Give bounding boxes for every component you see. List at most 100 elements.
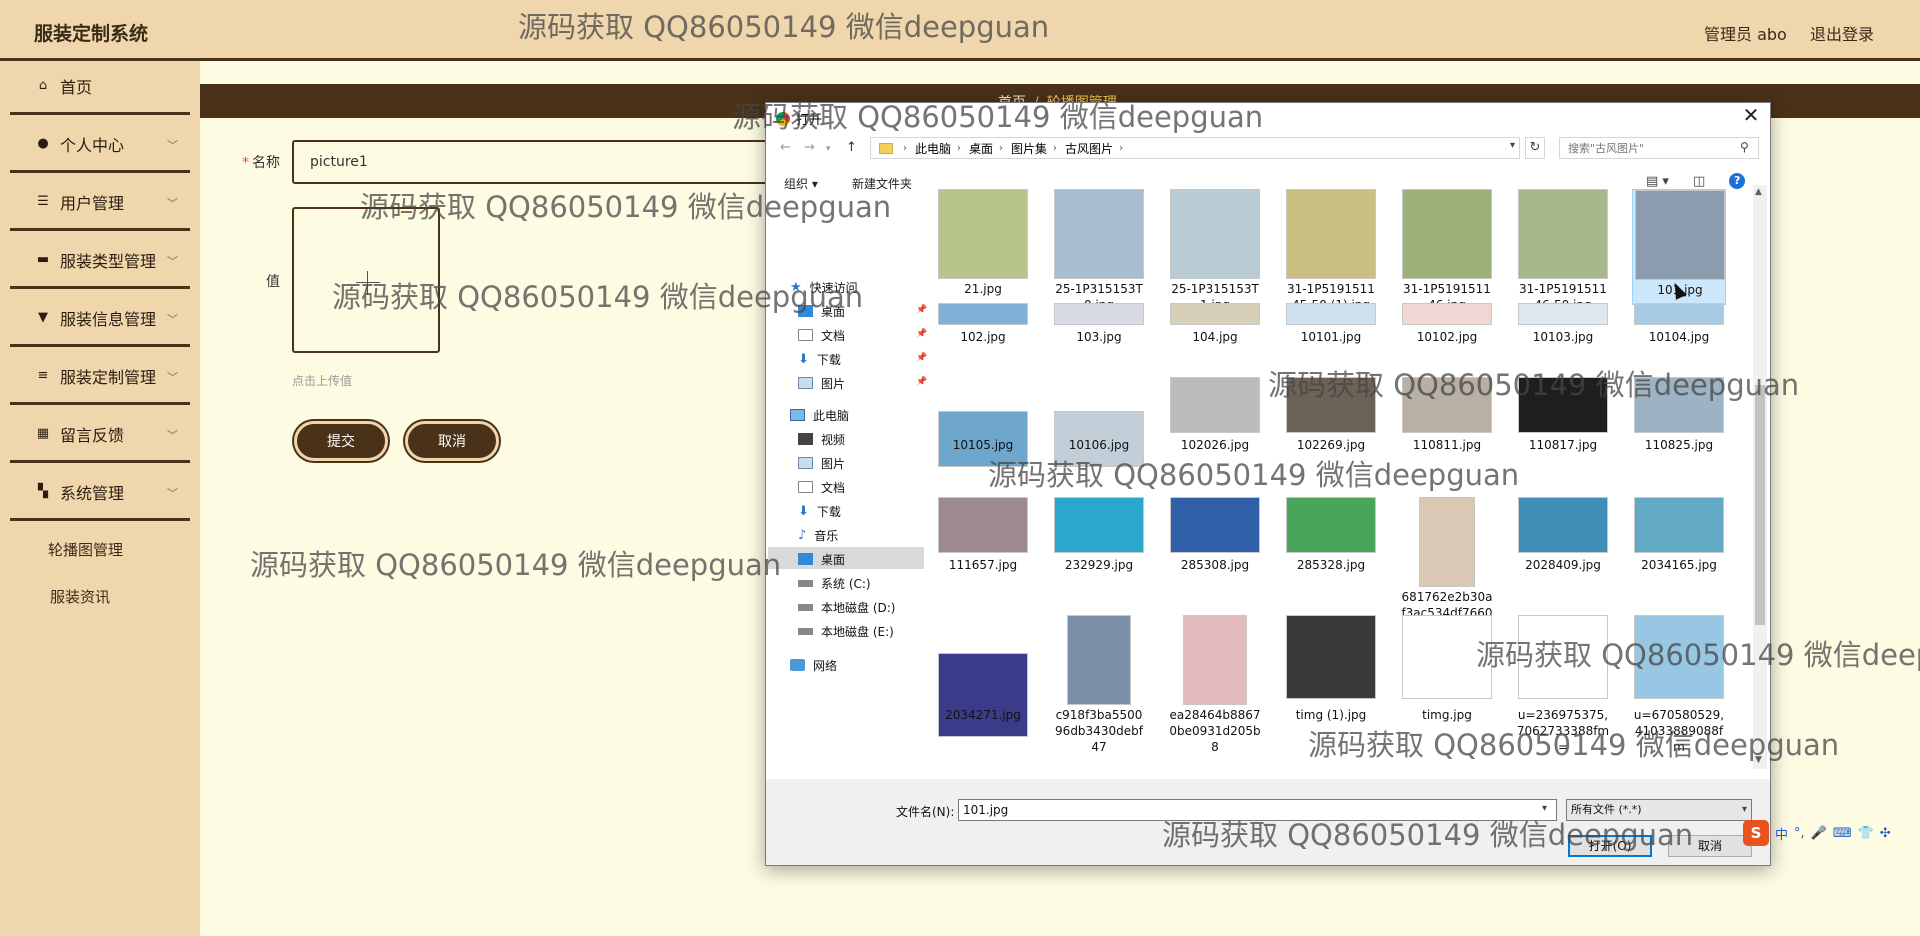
submit-button[interactable]: 提交: [294, 421, 388, 461]
tree-item[interactable]: 文档: [798, 325, 845, 345]
sidebar-item-clothing-type[interactable]: ▬ 服装类型管理 ﹀: [10, 233, 190, 289]
file-item[interactable]: 25-1P315153T0.jpg: [1052, 189, 1146, 312]
ime-punctuation-icon[interactable]: °,: [1794, 826, 1805, 841]
sidebar: ⌂ 首页 ● 个人中心 ﹀ ☰ 用户管理 ﹀ ▬ 服装类型管理 ﹀ ▼ 服装信息…: [0, 61, 200, 936]
drive-icon: [798, 627, 813, 635]
image-thumbnail: [938, 497, 1028, 553]
file-item[interactable]: 232929.jpg: [1052, 497, 1146, 617]
file-item[interactable]: u=236975375,7062733388fm=: [1516, 615, 1610, 754]
ime-language-toggle[interactable]: 中: [1775, 824, 1788, 843]
skin-icon[interactable]: 👕: [1858, 826, 1874, 841]
file-item[interactable]: u=670580529,41033889088fm: [1632, 615, 1726, 754]
file-item[interactable]: 21.jpg: [936, 189, 1030, 305]
path-segment[interactable]: 图片集: [1011, 140, 1047, 157]
history-chevron-icon[interactable]: ▾: [826, 144, 831, 154]
tree-item[interactable]: ⬇ 下载: [798, 501, 841, 521]
image-thumbnail: [1402, 189, 1492, 279]
tree-this-pc[interactable]: 此电脑: [790, 405, 849, 425]
file-item[interactable]: 25-1P315153T1.jpg: [1168, 189, 1262, 312]
file-item[interactable]: 110811.jpg: [1400, 377, 1494, 477]
sidebar-item-system[interactable]: ▚ 系统管理 ﹀: [10, 465, 190, 521]
file-name: 10105.jpg: [952, 438, 1014, 452]
tree-item[interactable]: 视频: [798, 429, 845, 449]
path-segment[interactable]: 桌面: [969, 140, 993, 157]
sidebar-item-custom-orders[interactable]: ≡ 服装定制管理 ﹀: [10, 349, 190, 405]
sidebar-item-feedback[interactable]: ▦ 留言反馈 ﹀: [10, 407, 190, 463]
cancel-button[interactable]: 取消: [405, 421, 499, 461]
tree-item[interactable]: ♪ 音乐: [798, 525, 838, 545]
logout-button[interactable]: 退出登录: [1810, 21, 1874, 45]
toolbox-icon[interactable]: ✣: [1880, 826, 1891, 841]
tree-item[interactable]: 本地磁盘 (E:): [798, 621, 894, 641]
document-icon: [798, 329, 813, 341]
file-item[interactable]: 111657.jpg: [936, 497, 1030, 617]
sidebar-item-home[interactable]: ⌂ 首页: [10, 59, 190, 115]
sidebar-subitem-news[interactable]: 服装资讯: [50, 586, 110, 607]
organize-menu[interactable]: 组织 ▾: [784, 175, 818, 192]
path-segment[interactable]: 此电脑: [915, 140, 951, 157]
tree-item[interactable]: 图片: [798, 453, 845, 473]
file-item[interactable]: 2034271.jpg: [936, 615, 1030, 737]
tree-quick-access[interactable]: ★ 快速访问: [790, 277, 858, 297]
tree-item[interactable]: 桌面: [798, 301, 845, 321]
tree-item[interactable]: 本地磁盘 (D:): [798, 597, 895, 617]
file-item[interactable]: 102026.jpg: [1168, 377, 1262, 477]
keyboard-icon[interactable]: ⌨: [1833, 826, 1852, 841]
sidebar-subitem-carousel[interactable]: 轮播图管理: [48, 539, 123, 560]
chevron-down-icon: ﹀: [167, 255, 178, 268]
chevron-down-icon[interactable]: ▾: [1542, 803, 1547, 814]
file-item[interactable]: 31-1P5191511 46.jpg: [1400, 189, 1494, 312]
file-item[interactable]: 10105.jpg: [936, 377, 1030, 477]
up-arrow-icon[interactable]: ↑: [846, 140, 857, 155]
desktop-icon: [798, 553, 813, 565]
file-item[interactable]: 31-1P519151145-50 (1).jpg: [1284, 189, 1378, 312]
file-item[interactable]: 681762e2b30af3ac534df76601cf1389.jpg: [1400, 497, 1494, 636]
file-item[interactable]: timg.jpg: [1400, 615, 1494, 722]
file-item[interactable]: 110817.jpg: [1516, 377, 1610, 477]
refresh-icon[interactable]: ↻: [1525, 137, 1545, 159]
sidebar-item-user-management[interactable]: ☰ 用户管理 ﹀: [10, 175, 190, 231]
plus-icon: [356, 282, 380, 283]
name-input[interactable]: [292, 140, 772, 184]
file-item[interactable]: 10106.jpg: [1052, 377, 1146, 477]
file-item[interactable]: ea28464b88670be0931d205b8: [1168, 615, 1262, 754]
scroll-down-icon[interactable]: ▼: [1755, 755, 1762, 765]
image-thumbnail: [1286, 497, 1376, 553]
address-bar[interactable]: › 此电脑 › 桌面 › 图片集 › 古风图片 › ▾: [870, 137, 1520, 159]
file-type-select[interactable]: 所有文件 (*.*) ▾: [1566, 799, 1752, 821]
path-segment[interactable]: 古风图片: [1065, 140, 1113, 157]
file-item[interactable]: 110825.jpg: [1632, 377, 1726, 477]
file-item[interactable]: 285308.jpg: [1168, 497, 1262, 617]
file-item[interactable]: c918f3ba550096db3430debf47: [1052, 615, 1146, 754]
file-item[interactable]: 2028409.jpg: [1516, 497, 1610, 617]
forward-arrow-icon[interactable]: →: [804, 140, 815, 155]
tree-item-selected[interactable]: 桌面: [798, 549, 845, 569]
scroll-thumb[interactable]: [1755, 385, 1765, 625]
microphone-icon[interactable]: 🎤: [1811, 826, 1827, 841]
sogou-logo-icon[interactable]: S: [1743, 820, 1769, 846]
file-item[interactable]: 31-1P519151146-50.jpg: [1516, 189, 1610, 312]
file-item[interactable]: timg (1).jpg: [1284, 615, 1378, 722]
tree-item[interactable]: 文档: [798, 477, 845, 497]
image-upload-box[interactable]: [292, 207, 440, 353]
tree-item[interactable]: 系统 (C:): [798, 573, 871, 593]
tree-item[interactable]: 图片: [798, 373, 845, 393]
tree-network[interactable]: 网络: [790, 655, 837, 675]
vertical-scrollbar[interactable]: ▲ ▼: [1753, 185, 1767, 769]
sidebar-item-personal-center[interactable]: ● 个人中心 ﹀: [10, 117, 190, 173]
new-folder-button[interactable]: 新建文件夹: [852, 175, 912, 192]
filename-input[interactable]: [958, 799, 1557, 821]
search-input[interactable]: [1559, 137, 1759, 159]
tree-item[interactable]: ⬇ 下载: [798, 349, 841, 369]
back-arrow-icon[interactable]: ←: [780, 140, 791, 155]
file-item[interactable]: 102269.jpg: [1284, 377, 1378, 477]
file-item[interactable]: 2034165.jpg: [1632, 497, 1726, 617]
chevron-down-icon[interactable]: ▾: [1510, 140, 1515, 151]
open-button[interactable]: 打开(O): [1568, 835, 1652, 857]
sidebar-item-clothing-info[interactable]: ▼ 服装信息管理 ﹀: [10, 291, 190, 347]
image-thumbnail: [1402, 377, 1492, 433]
close-icon[interactable]: ✕: [1740, 105, 1762, 127]
dialog-cancel-button[interactable]: 取消: [1668, 835, 1752, 857]
scroll-up-icon[interactable]: ▲: [1755, 187, 1762, 197]
file-item[interactable]: 285328.jpg: [1284, 497, 1378, 617]
